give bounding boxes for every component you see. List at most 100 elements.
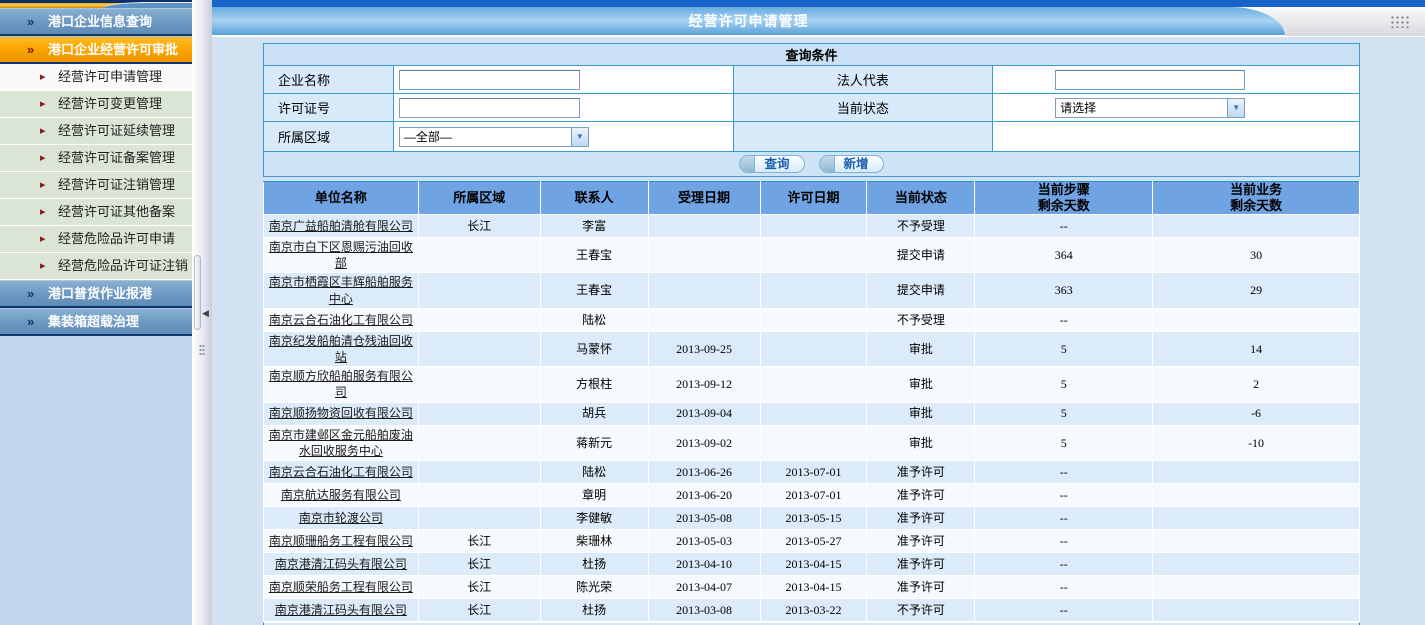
cell-company: 南京顺扬物资回收有限公司 (264, 402, 419, 425)
cell-biz-days-left (1153, 506, 1360, 529)
cell-region (418, 238, 540, 273)
table-row: 南京顺方欣船舶服务有限公司方根柱2013-09-12审批52 (264, 367, 1360, 402)
company-link[interactable]: 南京港清江码头有限公司 (275, 603, 407, 617)
table-row: 南京市轮渡公司李健敏2013-05-082013-05-15准予许可-- (264, 506, 1360, 529)
cell-contact: 方根柱 (540, 367, 648, 402)
cell-region: 长江 (418, 552, 540, 575)
cell-status: 准予许可 (867, 552, 975, 575)
menu-item-arrow-icon: ▸ (40, 145, 46, 171)
column-header-region: 所属区域 (418, 182, 540, 215)
cell-license-date: 2013-07-01 (760, 483, 867, 506)
company-link[interactable]: 南京市建邺区金元船舶废油水回收服务中心 (269, 428, 413, 458)
sidebar-item-1-4[interactable]: ▸经营许可证注销管理 (0, 172, 192, 199)
region-select-value: —全部— (400, 128, 571, 145)
sidebar-item-1-3[interactable]: ▸经营许可证备案管理 (0, 145, 192, 172)
cell-step-days-left: 5 (975, 402, 1153, 425)
table-row: 南京顺珊船务工程有限公司长江柴珊林2013-05-032013-05-27准予许… (264, 529, 1360, 552)
company-link[interactable]: 南京纪发船舶清仓残油回收站 (269, 334, 413, 364)
sidebar-splitter[interactable]: ◀ (192, 0, 212, 625)
cell-contact: 陈光荣 (540, 575, 648, 598)
cell-accept-date: 2013-05-08 (648, 506, 760, 529)
main-region: 经营许可申请管理 查询条件 企业名称 法人代表 许可证号 当前状态 (212, 0, 1425, 625)
region-label: 所属区域 (264, 122, 394, 152)
company-link[interactable]: 南京顺荣船务工程有限公司 (269, 580, 413, 594)
menu-item-arrow-icon: ▸ (40, 118, 46, 144)
license-no-label: 许可证号 (264, 94, 394, 122)
table-row: 南京顺荣船务工程有限公司长江陈光荣2013-04-072013-04-15准予许… (264, 575, 1360, 598)
company-link[interactable]: 南京港清江码头有限公司 (275, 557, 407, 571)
collapse-sidebar-icon[interactable]: ◀ (202, 308, 209, 319)
cell-biz-days-left (1153, 552, 1360, 575)
sidebar-item-1-0[interactable]: ▸经营许可申请管理 (0, 64, 192, 91)
cell-contact: 柴珊林 (540, 529, 648, 552)
cell-company: 南京顺方欣船舶服务有限公司 (264, 367, 419, 402)
sidebar-group-3[interactable]: »集装箱超载治理 (0, 308, 192, 336)
cell-license-date (760, 402, 867, 425)
region-select[interactable]: —全部— ▼ (399, 127, 589, 147)
cell-license-date (760, 215, 867, 238)
table-row: 南京港清江码头有限公司长江杜扬2013-03-082013-03-22不予许可-… (264, 598, 1360, 621)
cell-contact: 胡兵 (540, 402, 648, 425)
company-link[interactable]: 南京广益船舶清舱有限公司 (269, 219, 413, 233)
cell-accept-date: 2013-04-07 (648, 575, 760, 598)
table-row: 南京云合石油化工有限公司陆松2013-06-262013-07-01准予许可-- (264, 460, 1360, 483)
sidebar-item-1-6[interactable]: ▸经营危险品许可申请 (0, 226, 192, 253)
company-name-input[interactable] (399, 70, 580, 90)
company-link[interactable]: 南京云合石油化工有限公司 (269, 313, 413, 327)
cell-company: 南京港清江码头有限公司 (264, 598, 419, 621)
company-link[interactable]: 南京市栖霞区丰辉船舶服务中心 (269, 275, 413, 305)
cell-license-date: 2013-03-22 (760, 598, 867, 621)
status-select[interactable]: 请选择 ▼ (1055, 98, 1245, 118)
cell-license-date (760, 238, 867, 273)
column-header-biz-days-left: 当前业务 剩余天数 (1153, 182, 1360, 215)
cell-accept-date: 2013-09-25 (648, 331, 760, 366)
cell-step-days-left: -- (975, 215, 1153, 238)
legal-rep-label: 法人代表 (733, 66, 993, 94)
company-link[interactable]: 南京云合石油化工有限公司 (269, 465, 413, 479)
cell-accept-date: 2013-05-03 (648, 529, 760, 552)
company-name-label: 企业名称 (264, 66, 394, 94)
cell-step-days-left: 363 (975, 273, 1153, 308)
cell-company: 南京市轮渡公司 (264, 506, 419, 529)
table-row: 南京市建邺区金元船舶废油水回收服务中心蒋新元2013-09-02审批5-10 (264, 425, 1360, 460)
cell-region (418, 402, 540, 425)
sidebar-group-2[interactable]: »港口普货作业报港 (0, 280, 192, 308)
sidebar-item-1-7[interactable]: ▸经营危险品许可证注销 (0, 253, 192, 280)
status-label: 当前状态 (733, 94, 993, 122)
company-link[interactable]: 南京航达服务有限公司 (281, 488, 401, 502)
legal-rep-input[interactable] (1055, 70, 1245, 90)
cell-license-date (760, 273, 867, 308)
cell-contact: 马蒙怀 (540, 331, 648, 366)
query-section-title: 查询条件 (264, 44, 1360, 66)
menu-group-arrow-icon: » (27, 37, 34, 63)
search-button[interactable]: 查询 (739, 155, 804, 173)
cell-biz-days-left: 14 (1153, 331, 1360, 366)
sidebar-item-1-2[interactable]: ▸经营许可证延续管理 (0, 118, 192, 145)
cell-company: 南京顺荣船务工程有限公司 (264, 575, 419, 598)
company-link[interactable]: 南京市白下区恩赐污油回收部 (269, 240, 413, 270)
cell-status: 审批 (867, 425, 975, 460)
cell-region: 长江 (418, 529, 540, 552)
cell-biz-days-left: -10 (1153, 425, 1360, 460)
cell-accept-date: 2013-03-08 (648, 598, 760, 621)
sidebar-group-1[interactable]: »港口企业经营许可审批 (0, 36, 192, 64)
splitter-handle[interactable] (194, 255, 201, 330)
company-link[interactable]: 南京市轮渡公司 (299, 511, 383, 525)
company-link[interactable]: 南京顺方欣船舶服务有限公司 (269, 369, 413, 399)
cell-biz-days-left: -6 (1153, 402, 1360, 425)
cell-biz-days-left: 30 (1153, 238, 1360, 273)
company-link[interactable]: 南京顺扬物资回收有限公司 (269, 406, 413, 420)
company-link[interactable]: 南京顺珊船务工程有限公司 (269, 534, 413, 548)
cell-region (418, 425, 540, 460)
sidebar-item-1-5[interactable]: ▸经营许可证其他备案 (0, 199, 192, 226)
license-no-input[interactable] (399, 98, 580, 118)
add-button[interactable]: 新增 (819, 155, 884, 173)
cell-accept-date (648, 238, 760, 273)
cell-region (418, 273, 540, 308)
cell-region: 长江 (418, 215, 540, 238)
sidebar-item-1-1[interactable]: ▸经营许可变更管理 (0, 91, 192, 118)
cell-contact: 陆松 (540, 460, 648, 483)
sidebar-group-0[interactable]: »港口企业信息查询 (0, 8, 192, 36)
cell-accept-date: 2013-06-20 (648, 483, 760, 506)
column-header-step-days-left: 当前步骤 剩余天数 (975, 182, 1153, 215)
